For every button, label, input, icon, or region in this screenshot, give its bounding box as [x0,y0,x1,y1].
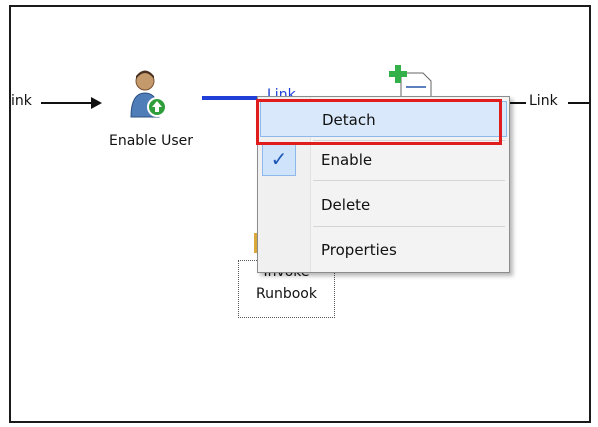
checkmark-icon: ✓ [262,142,296,176]
invoke-runbook-label-line2: Runbook [256,286,317,302]
menu-separator [313,180,505,181]
menu-item-properties-label: Properties [321,241,397,259]
menu-item-enable-label: Enable [321,151,373,169]
menu-item-delete-label: Delete [321,196,371,214]
menu-separator [313,226,505,227]
user-with-green-arrow-icon [130,70,167,118]
left-link-label: ink [11,93,32,109]
enable-user-label: Enable User [108,133,194,149]
enable-user-activity[interactable] [129,67,169,121]
detach-highlight-box [256,99,502,145]
new-activity-node[interactable] [389,65,437,100]
menu-item-delete[interactable]: Delete [260,187,507,223]
right-link-line-right[interactable] [568,102,589,104]
left-link-line[interactable] [41,102,93,104]
document-with-green-plus-icon [389,65,432,100]
right-link-label: Link [529,93,558,109]
menu-item-properties[interactable]: Properties [260,232,507,268]
left-link-arrowhead [91,97,102,109]
menu-item-enable[interactable]: Enable [260,142,507,178]
